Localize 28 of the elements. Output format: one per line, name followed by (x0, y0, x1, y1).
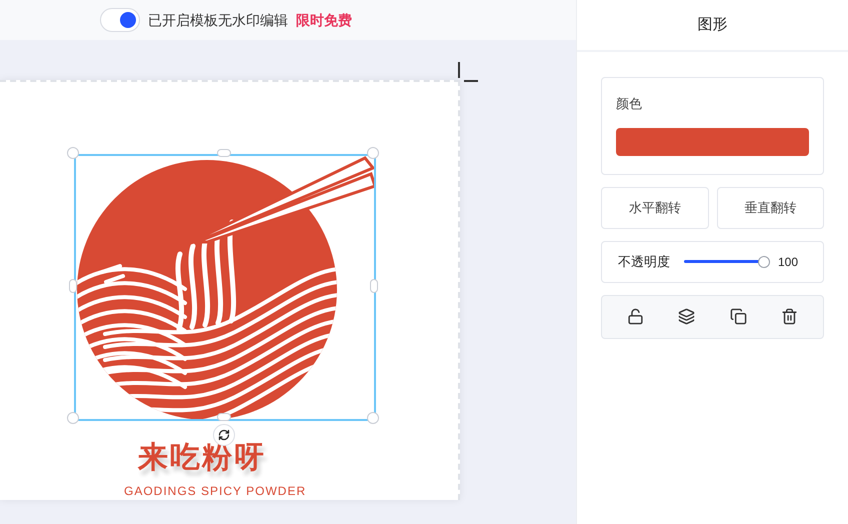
resize-handle[interactable] (367, 147, 379, 159)
opacity-value: 100 (778, 254, 798, 270)
flip-button[interactable]: 水平翻转 (601, 186, 708, 228)
ruler-mark (464, 80, 478, 82)
color-swatch[interactable] (616, 128, 809, 156)
flip-button[interactable]: 垂直翻转 (716, 186, 824, 228)
rotate-icon (218, 429, 230, 441)
watermark-notice: 已开启模板无水印编辑 (148, 10, 288, 30)
logo-subtitle: GAODINGS SPICY POWDER (124, 483, 306, 500)
resize-handle[interactable] (69, 279, 77, 293)
trash-icon (780, 308, 798, 325)
ruler-mark (458, 62, 460, 78)
resize-handle[interactable] (367, 412, 379, 424)
layers-icon (678, 308, 696, 325)
resize-handle[interactable] (217, 413, 231, 421)
opacity-label: 不透明度 (618, 252, 670, 271)
panel-title: 图形 (577, 0, 848, 52)
resize-handle[interactable] (370, 279, 378, 293)
resize-handle[interactable] (217, 149, 231, 157)
color-label: 颜色 (616, 95, 643, 113)
unlocked-padlock-icon (627, 308, 644, 325)
resize-handle[interactable] (67, 147, 79, 159)
slider-thumb[interactable] (758, 256, 770, 268)
logo-title: 来吃粉呀 (138, 440, 266, 476)
resize-handle[interactable] (67, 412, 79, 424)
copy-icon (730, 308, 747, 325)
watermark-toggle[interactable] (100, 8, 140, 32)
promo-label: 限时免费 (296, 10, 352, 30)
